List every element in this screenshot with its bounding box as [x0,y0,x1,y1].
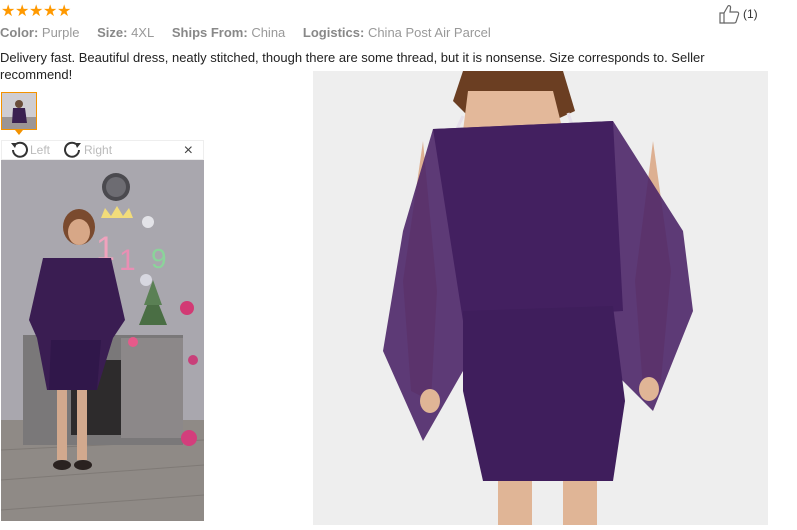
attr-key: Size: [97,25,128,40]
attr-value: China Post Air Parcel [367,25,491,40]
rotate-left-label: Left [30,143,51,157]
star-icon: ★ [57,3,72,20]
helpful-count: (1) [743,7,758,21]
photo-viewer-toolbar: Left Right × [1,140,204,160]
attr-value: China [251,25,286,40]
review-photo-thumbnail[interactable] [1,92,37,130]
attr-key: Color: [0,25,39,40]
svg-text:1: 1 [119,244,136,277]
rotate-right-icon [64,141,82,158]
rotate-right-button[interactable]: Right [62,140,112,160]
rotate-right-label: Right [84,143,113,157]
rotate-left-icon [11,141,28,158]
attr-value: 4XL [131,25,155,40]
close-icon[interactable]: × [184,141,193,161]
star-icon: ★ [29,3,44,20]
attr-key: Logistics: [302,25,365,40]
star-icon: ★ [1,3,16,20]
rotate-left-button[interactable]: Left [8,140,50,160]
helpful-button[interactable]: (1) [718,4,758,24]
customer-photo-main [313,71,768,525]
rating-stars: ★ ★ ★ ★ ★ [1,4,71,20]
svg-text:9: 9 [151,243,167,274]
star-icon: ★ [43,3,58,20]
order-attributes: Color: Purple Size: 4XL Ships From: Chin… [0,25,505,40]
star-icon: ★ [15,3,30,20]
thumbnail-selected-caret [15,130,23,135]
thumbs-up-icon [719,5,740,24]
attr-value: Purple [41,25,80,40]
customer-photo-enlarged: 1 1 9 [1,160,204,521]
attr-key: Ships From: [171,25,248,40]
